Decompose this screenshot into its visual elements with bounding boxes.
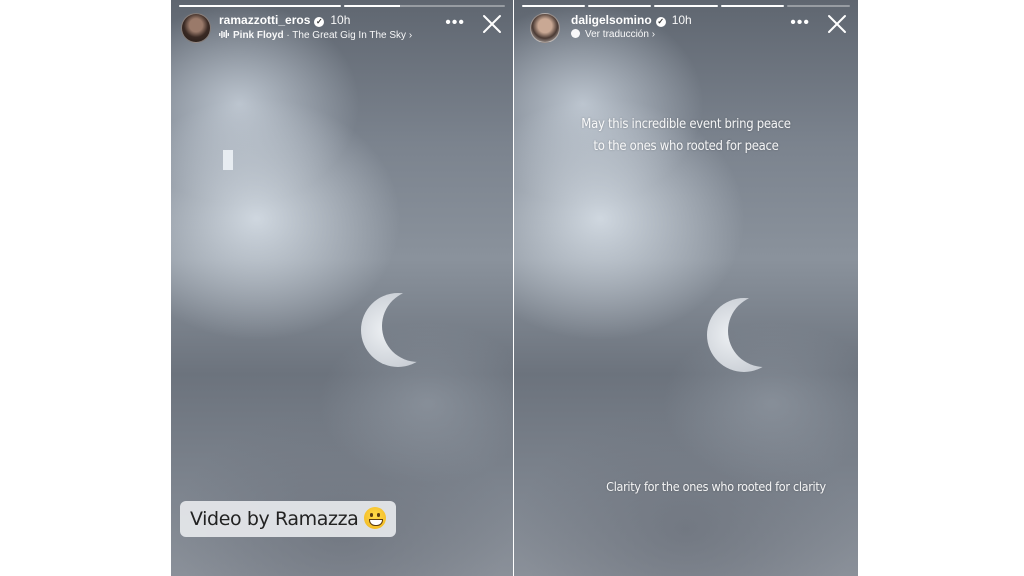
music-track: The Great Gig In The Sky bbox=[292, 30, 407, 41]
eclipse-crescent bbox=[707, 298, 781, 372]
story-progress-bar bbox=[179, 5, 505, 7]
avatar[interactable] bbox=[530, 13, 560, 43]
progress-segment bbox=[720, 5, 784, 7]
close-icon[interactable] bbox=[481, 13, 503, 35]
grinning-face-emoji bbox=[364, 507, 387, 529]
avatar[interactable] bbox=[181, 13, 211, 43]
verified-badge-icon: ✓ bbox=[655, 17, 666, 27]
story-progress-bar bbox=[522, 5, 851, 7]
more-options-icon[interactable]: ••• bbox=[445, 15, 465, 31]
story-panel-ramazzotti[interactable]: ramazzotti_eros ✓ 10h Pink Floyd · The Gre… bbox=[171, 0, 513, 576]
music-icon bbox=[219, 30, 229, 38]
username-row: daligelsomino ✓ 10h bbox=[571, 13, 692, 27]
translate-icon bbox=[571, 29, 580, 38]
progress-segment bbox=[179, 5, 341, 7]
story-text-top: May this incredible event bring peace to… bbox=[514, 114, 858, 158]
progress-segment bbox=[588, 5, 652, 7]
progress-segment bbox=[654, 5, 718, 7]
more-options-icon[interactable]: ••• bbox=[790, 15, 810, 31]
progress-segment bbox=[786, 5, 851, 7]
username-row: ramazzotti_eros ✓ 10h bbox=[219, 13, 350, 27]
close-icon[interactable] bbox=[826, 13, 848, 35]
music-artist: Pink Floyd bbox=[233, 30, 284, 41]
username[interactable]: ramazzotti_eros bbox=[219, 13, 310, 27]
light-glare bbox=[223, 150, 233, 170]
story-text-top-line2: to the ones who rooted for peace bbox=[593, 139, 779, 154]
translate-label: Ver traducción bbox=[585, 29, 649, 40]
story-text-top-line1: May this incredible event bring peace bbox=[581, 117, 791, 132]
music-separator: · bbox=[286, 30, 290, 41]
caption-sticker: Video by Ramazza bbox=[180, 501, 397, 537]
timestamp: 10h bbox=[671, 13, 692, 27]
story-header: daligelsomino ✓ 10h Ver traducción › ••• bbox=[522, 11, 850, 45]
story-text-bottom: Clarity for the ones who rooted for clar… bbox=[606, 479, 826, 494]
caption-text: Video by Ramazza bbox=[190, 508, 359, 530]
verified-badge-icon: ✓ bbox=[314, 17, 325, 27]
timestamp: 10h bbox=[330, 13, 351, 27]
eclipse-crescent bbox=[361, 293, 435, 367]
username[interactable]: daligelsomino bbox=[571, 13, 652, 27]
chevron-right-icon: › bbox=[651, 29, 656, 40]
music-info[interactable]: Pink Floyd · The Great Gig In The Sky › bbox=[219, 29, 412, 41]
story-header: ramazzotti_eros ✓ 10h Pink Floyd · The Gre… bbox=[179, 11, 505, 45]
progress-segment bbox=[343, 5, 505, 7]
chevron-right-icon: › bbox=[408, 30, 413, 41]
story-panel-daligelsomino[interactable]: daligelsomino ✓ 10h Ver traducción › ••• M… bbox=[514, 0, 858, 576]
translate-link[interactable]: Ver traducción › bbox=[571, 29, 655, 40]
progress-segment bbox=[522, 5, 586, 7]
